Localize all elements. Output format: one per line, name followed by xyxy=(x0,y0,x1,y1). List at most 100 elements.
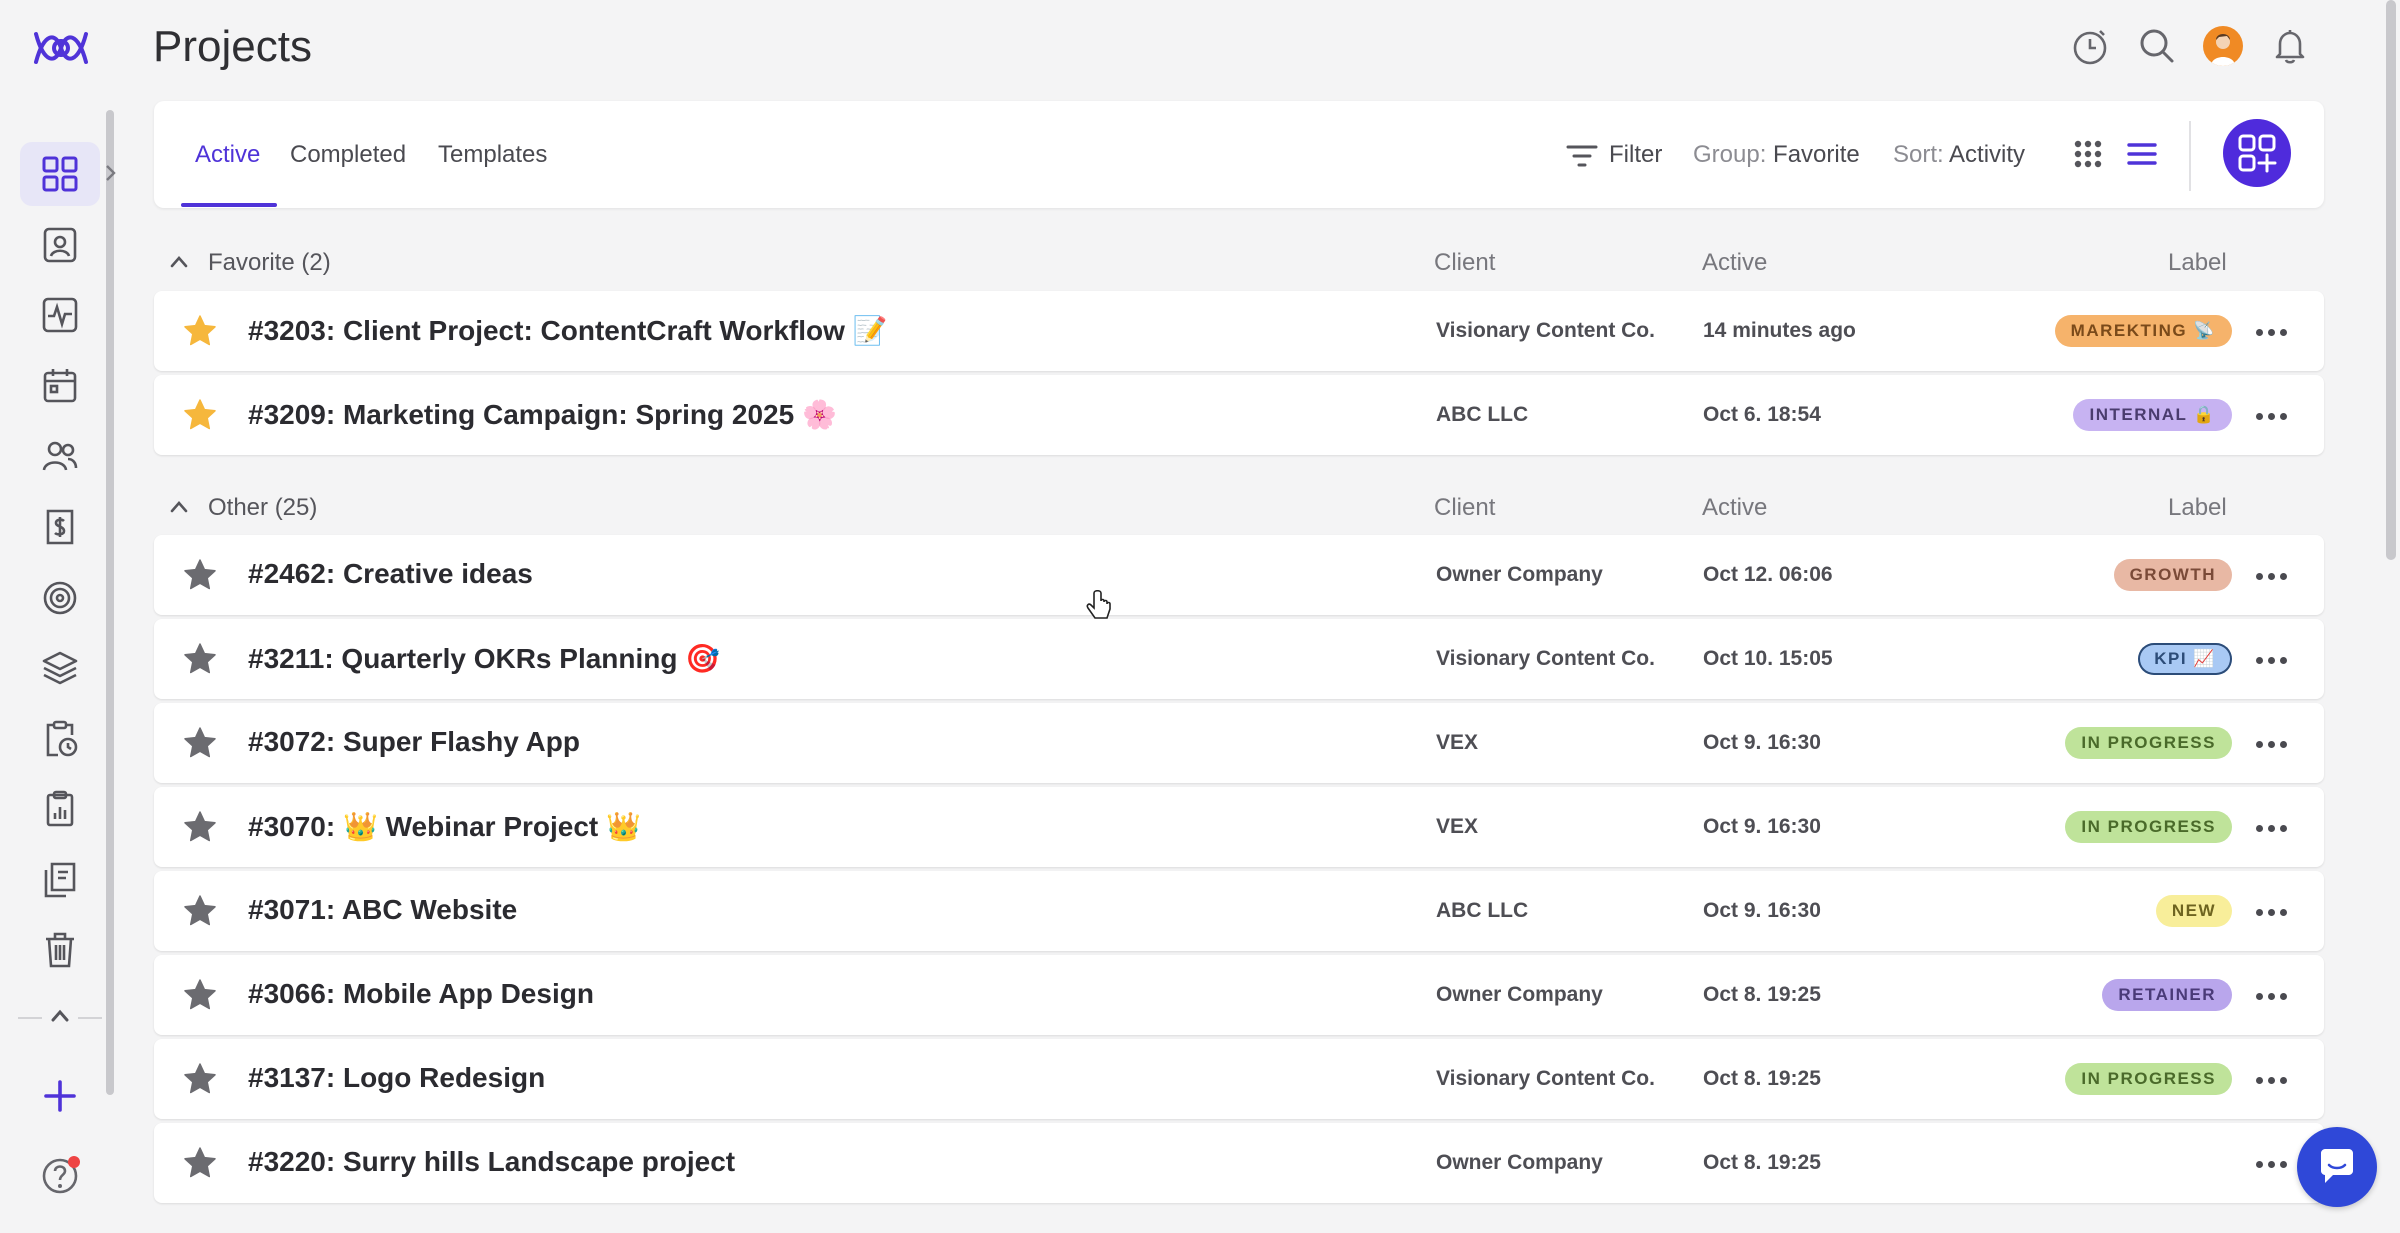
search-button[interactable] xyxy=(2135,24,2179,68)
notifications-button[interactable] xyxy=(2268,24,2312,68)
more-options-icon[interactable] xyxy=(2256,573,2288,581)
sidebar-item-contacts[interactable] xyxy=(20,213,100,277)
project-title[interactable]: #3070: 👑 Webinar Project 👑 xyxy=(248,810,641,843)
star-icon[interactable] xyxy=(182,557,218,593)
star-filled-icon[interactable] xyxy=(182,397,218,433)
timer-button[interactable] xyxy=(2068,24,2112,68)
sidebar-item-resources[interactable] xyxy=(20,636,100,700)
project-label-badge[interactable]: IN PROGRESS xyxy=(2065,811,2232,843)
project-label-badge[interactable]: INTERNAL 🔒 xyxy=(2073,399,2232,431)
project-title[interactable]: #3209: Marketing Campaign: Spring 2025 🌸 xyxy=(248,398,837,431)
star-icon[interactable] xyxy=(182,725,218,761)
project-title[interactable]: #3211: Quarterly OKRs Planning 🎯 xyxy=(248,642,720,675)
project-title[interactable]: #2462: Creative ideas xyxy=(248,558,533,590)
project-row[interactable]: #3066: Mobile App Design Owner Company Oct… xyxy=(154,955,2324,1035)
star-filled-icon[interactable] xyxy=(182,313,218,349)
project-row[interactable]: #3070: 👑 Webinar Project 👑 VEX Oct 9. 16:3… xyxy=(154,787,2324,867)
project-title[interactable]: #3072: Super Flashy App xyxy=(248,726,580,758)
chevron-up-icon[interactable] xyxy=(168,251,190,273)
sidebar-item-activity[interactable] xyxy=(20,283,100,347)
app-logo-icon[interactable] xyxy=(30,22,92,74)
column-header-label: Label xyxy=(2168,494,2227,521)
project-row[interactable]: #2462: Creative ideas Owner Company Oct 12… xyxy=(154,535,2324,615)
chevron-up-icon[interactable] xyxy=(168,496,190,518)
add-icon[interactable] xyxy=(42,1078,78,1114)
filter-icon[interactable] xyxy=(1565,139,1599,173)
project-row[interactable]: #3072: Super Flashy App VEX Oct 9. 16:30 IN… xyxy=(154,703,2324,783)
project-row[interactable]: #3071: ABC Website ABC LLC Oct 9. 16:30 NEW xyxy=(154,871,2324,951)
star-icon[interactable] xyxy=(182,1145,218,1181)
project-row[interactable]: #3220: Surry hills Landscape project Owne… xyxy=(154,1123,2324,1203)
project-last-active: Oct 6. 18:54 xyxy=(1703,403,1821,426)
group-selector[interactable]: Group: Favorite xyxy=(1693,141,1860,169)
project-toolbar: Active Completed Templates Filter Group:… xyxy=(154,101,2324,208)
group-value: Favorite xyxy=(1773,141,1860,168)
group-header-other[interactable]: Other (25) Client Active Label xyxy=(154,488,2324,528)
chat-button[interactable] xyxy=(2297,1127,2377,1207)
star-icon[interactable] xyxy=(182,641,218,677)
project-row[interactable]: #3211: Quarterly OKRs Planning 🎯 Visionar… xyxy=(154,619,2324,699)
more-options-icon[interactable] xyxy=(2256,413,2288,421)
more-options-icon[interactable] xyxy=(2256,329,2288,337)
grid-view-icon[interactable] xyxy=(2071,137,2105,171)
project-row[interactable]: #3137: Logo Redesign Visionary Content Co… xyxy=(154,1039,2324,1119)
sidebar-item-team[interactable] xyxy=(20,424,100,488)
sidebar-item-timesheets[interactable] xyxy=(20,707,100,771)
sidebar-item-calendar[interactable] xyxy=(20,354,100,418)
more-options-icon[interactable] xyxy=(2256,1077,2288,1085)
group-header-favorite[interactable]: Favorite (2) Client Active Label xyxy=(154,243,2324,283)
filter-button[interactable]: Filter xyxy=(1609,141,1662,169)
project-label-badge[interactable]: NEW xyxy=(2155,895,2232,927)
sidebar-item-trash[interactable] xyxy=(20,918,100,982)
chevron-up-icon[interactable] xyxy=(48,1002,72,1030)
column-header-client: Client xyxy=(1434,494,1496,521)
chevron-right-icon[interactable] xyxy=(104,162,118,184)
page-scrollbar[interactable] xyxy=(2386,0,2396,560)
sidebar-scrollbar[interactable] xyxy=(106,110,114,1095)
project-title[interactable]: #3066: Mobile App Design xyxy=(248,978,594,1010)
project-title[interactable]: #3203: Client Project: ContentCraft Work… xyxy=(248,314,888,347)
tab-templates[interactable]: Templates xyxy=(438,141,547,169)
group-title: Favorite (2) xyxy=(208,249,331,276)
project-last-active: Oct 8. 19:25 xyxy=(1703,1151,1821,1174)
project-title[interactable]: #3220: Surry hills Landscape project xyxy=(248,1146,735,1178)
project-label-badge[interactable]: KPI 📈 xyxy=(2138,643,2232,675)
sidebar-item-reports[interactable] xyxy=(20,777,100,841)
more-options-icon[interactable] xyxy=(2256,825,2288,833)
star-icon[interactable] xyxy=(182,893,218,929)
project-row[interactable]: #3209: Marketing Campaign: Spring 2025 🌸… xyxy=(154,375,2324,455)
more-options-icon[interactable] xyxy=(2256,657,2288,665)
sidebar-item-invoices[interactable] xyxy=(20,495,100,559)
add-project-button[interactable] xyxy=(2223,119,2291,187)
more-options-icon[interactable] xyxy=(2256,993,2288,1001)
avatar[interactable] xyxy=(2203,26,2243,66)
sidebar-item-documents[interactable] xyxy=(20,848,100,912)
column-header-label: Label xyxy=(2168,249,2227,276)
project-row[interactable]: #3203: Client Project: ContentCraft Work… xyxy=(154,291,2324,371)
project-client: Owner Company xyxy=(1436,1151,1603,1174)
project-label-badge[interactable]: MAREKTING 📡 xyxy=(2054,315,2232,347)
calendar-icon xyxy=(43,369,77,403)
more-options-icon[interactable] xyxy=(2256,741,2288,749)
sidebar-item-dashboard[interactable] xyxy=(20,142,100,206)
project-label-badge[interactable]: GROWTH xyxy=(2113,559,2232,591)
sidebar-item-goals[interactable] xyxy=(20,566,100,630)
tab-completed[interactable]: Completed xyxy=(290,141,406,169)
project-client: Visionary Content Co. xyxy=(1436,647,1655,670)
sort-selector[interactable]: Sort: Activity xyxy=(1893,141,2025,169)
project-label-badge[interactable]: IN PROGRESS xyxy=(2065,727,2232,759)
list-view-icon[interactable] xyxy=(2125,137,2159,171)
more-options-icon[interactable] xyxy=(2256,909,2288,917)
more-options-icon[interactable] xyxy=(2256,1161,2288,1169)
project-title[interactable]: #3071: ABC Website xyxy=(248,894,517,926)
project-label-badge[interactable]: RETAINER xyxy=(2102,979,2232,1011)
star-icon[interactable] xyxy=(182,1061,218,1097)
project-client: ABC LLC xyxy=(1436,403,1529,426)
star-icon[interactable] xyxy=(182,809,218,845)
star-icon[interactable] xyxy=(182,977,218,1013)
tab-active[interactable]: Active xyxy=(195,141,260,169)
project-label-badge[interactable]: IN PROGRESS xyxy=(2065,1063,2232,1095)
project-title[interactable]: #3137: Logo Redesign xyxy=(248,1062,545,1094)
project-client: VEX xyxy=(1436,731,1479,754)
project-last-active: 14 minutes ago xyxy=(1703,319,1856,342)
